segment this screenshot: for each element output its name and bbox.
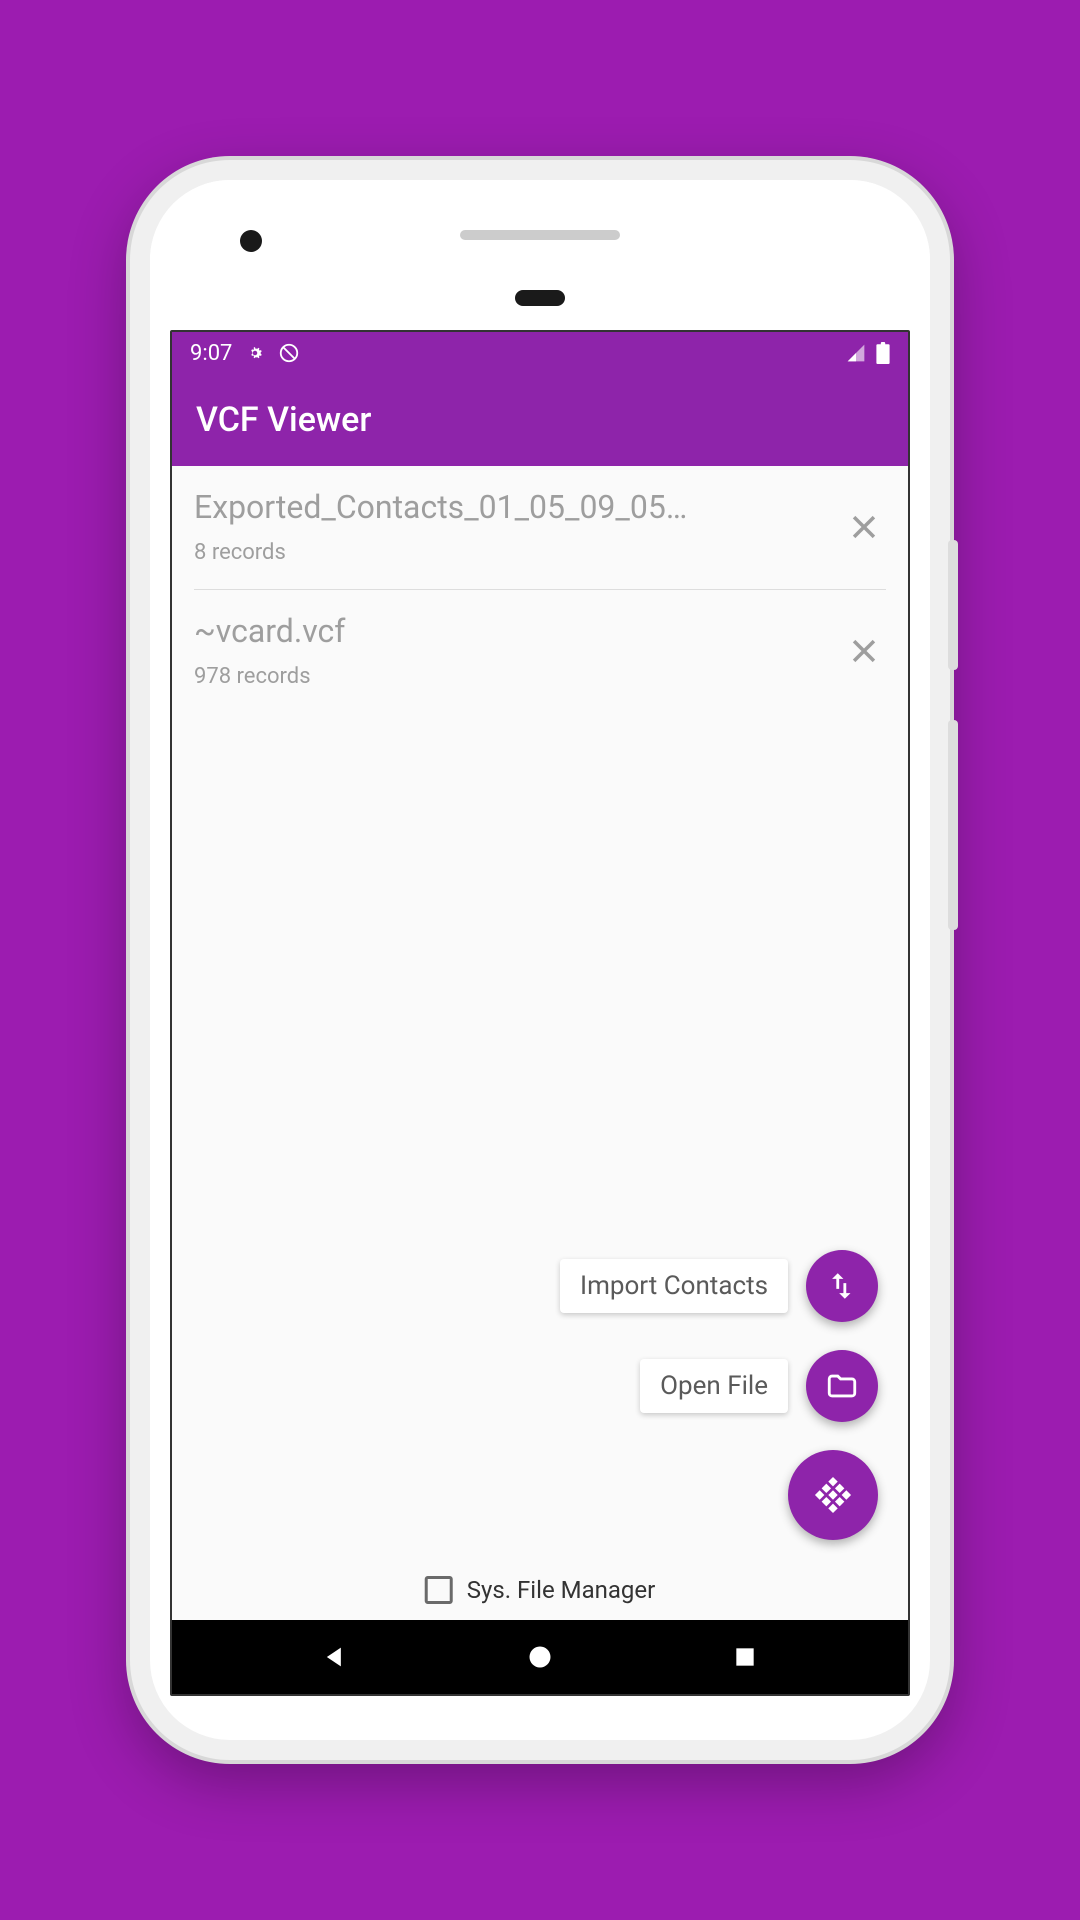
file-list-item[interactable]: Exported_Contacts_01_05_09_05… 8 records	[194, 466, 886, 590]
file-list-item[interactable]: ~vcard.vcf 978 records	[194, 590, 886, 713]
cellular-signal-icon	[846, 343, 866, 363]
screen: 9:07 VCF V	[170, 330, 910, 1696]
nav-home-button[interactable]	[520, 1637, 560, 1677]
sys-file-manager-checkbox-row[interactable]: Sys. File Manager	[425, 1576, 656, 1604]
file-name: Exported_Contacts_01_05_09_05…	[194, 488, 830, 526]
do-not-disturb-icon	[278, 342, 300, 364]
checkbox-label: Sys. File Manager	[467, 1576, 656, 1604]
sensor-pill	[515, 290, 565, 306]
app-bar: VCF Viewer	[172, 374, 908, 466]
fab-stack: Import Contacts Open File	[560, 1250, 878, 1540]
square-recents-icon	[732, 1644, 758, 1670]
remove-file-button[interactable]	[842, 505, 886, 549]
triangle-back-icon	[321, 1643, 349, 1671]
status-time: 9:07	[190, 341, 232, 366]
circle-home-icon	[526, 1643, 554, 1671]
phone-inner: 9:07 VCF V	[150, 180, 930, 1740]
power-button[interactable]	[948, 540, 958, 670]
close-icon	[847, 634, 881, 668]
close-icon	[847, 510, 881, 544]
phone-frame: 9:07 VCF V	[130, 160, 950, 1760]
apps-grid-icon	[813, 1475, 853, 1515]
app-title: VCF Viewer	[196, 400, 371, 440]
camera-dot	[240, 230, 262, 252]
main-fab[interactable]	[788, 1450, 878, 1540]
status-bar: 9:07	[172, 332, 908, 374]
nav-back-button[interactable]	[315, 1637, 355, 1677]
battery-icon	[876, 342, 890, 364]
file-records: 8 records	[194, 540, 830, 565]
speaker-slot	[460, 230, 620, 240]
navigation-bar	[172, 1620, 908, 1694]
settings-gear-icon	[246, 344, 264, 362]
file-records: 978 records	[194, 664, 830, 689]
phone-bezel-top	[150, 180, 930, 330]
open-file-fab[interactable]	[806, 1350, 878, 1422]
checkbox-unchecked-icon[interactable]	[425, 1576, 453, 1604]
import-contacts-fab[interactable]	[806, 1250, 878, 1322]
volume-button[interactable]	[948, 720, 958, 930]
nav-recents-button[interactable]	[725, 1637, 765, 1677]
content-area: Exported_Contacts_01_05_09_05… 8 records…	[172, 466, 908, 1620]
import-contacts-label: Import Contacts	[560, 1259, 788, 1313]
import-export-icon	[825, 1269, 859, 1303]
remove-file-button[interactable]	[842, 629, 886, 673]
file-name: ~vcard.vcf	[194, 612, 830, 650]
open-file-label: Open File	[640, 1359, 788, 1413]
file-list: Exported_Contacts_01_05_09_05… 8 records…	[172, 466, 908, 713]
folder-icon	[825, 1369, 859, 1403]
phone-bezel-bottom	[150, 1696, 930, 1740]
